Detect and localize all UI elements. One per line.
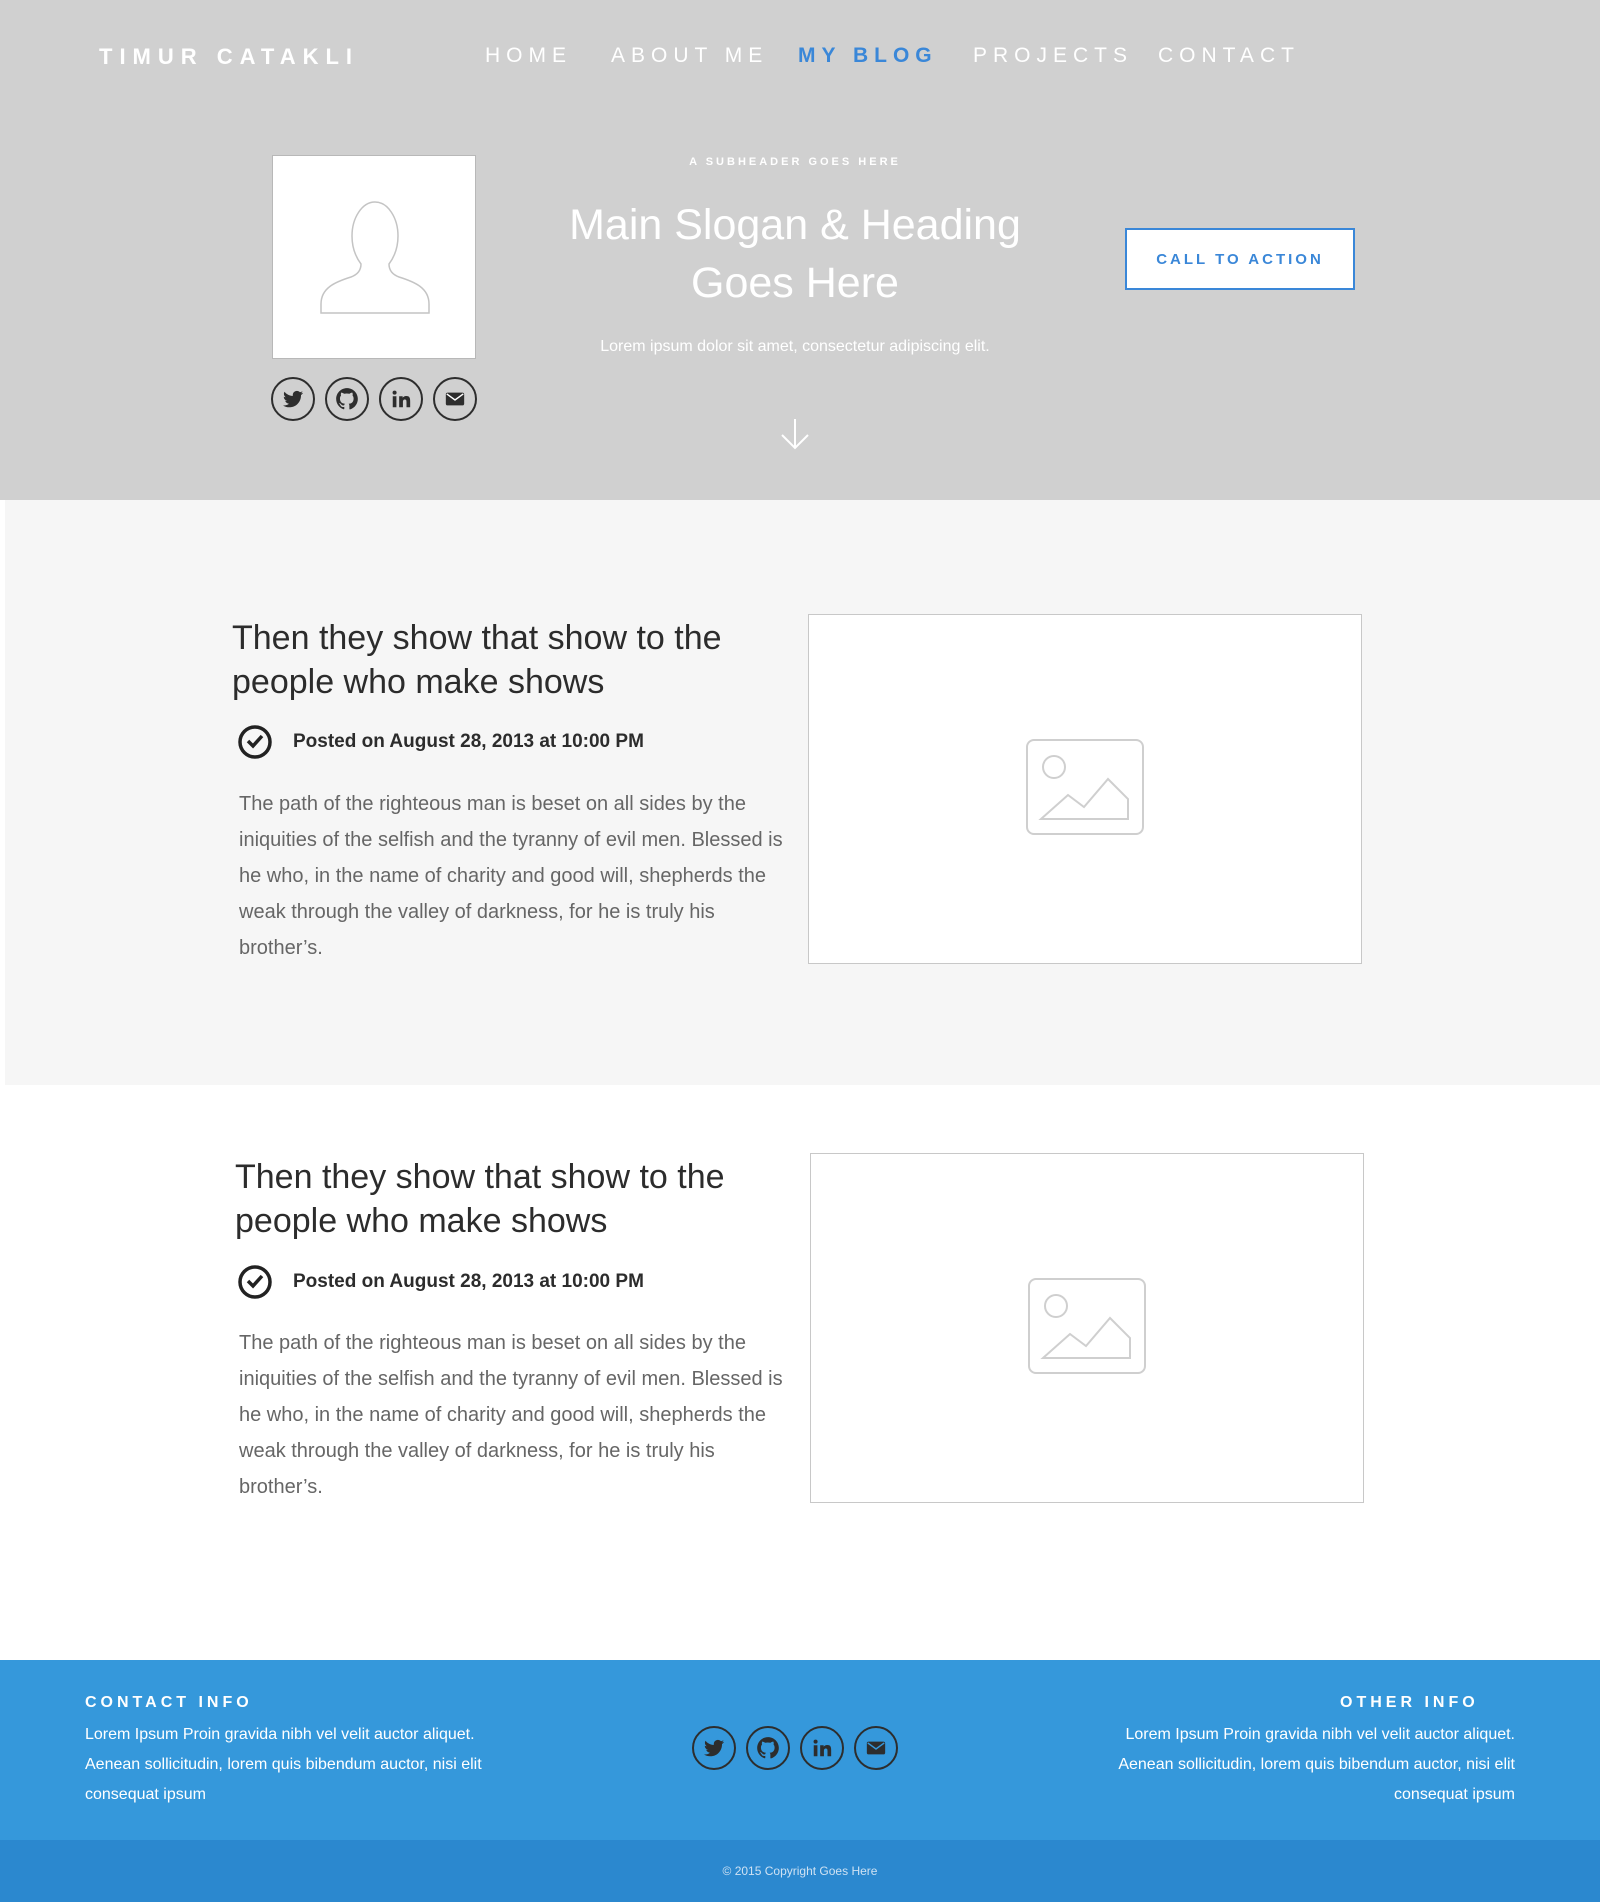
other-info-heading: OTHER INFO xyxy=(1340,1694,1479,1711)
twitter-icon[interactable] xyxy=(692,1726,736,1770)
nav-item-about-me[interactable]: ABOUT ME xyxy=(611,44,768,68)
hero-social-links xyxy=(271,377,487,421)
contact-info-text: Lorem Ipsum Proin gravida nibh vel velit… xyxy=(85,1726,482,1803)
copyright-text: © 2015 Copyright Goes Here xyxy=(722,1864,878,1878)
email-icon[interactable] xyxy=(433,377,477,421)
footer-bottom-bar: © 2015 Copyright Goes Here xyxy=(0,1840,1600,1902)
hero-header: TIMUR CATAKLI HOME ABOUT ME MY BLOG PROJ… xyxy=(0,0,1600,500)
nav-item-contact[interactable]: CONTACT xyxy=(1158,44,1300,68)
post-date: Posted on August 28, 2013 at 10:00 PM xyxy=(293,731,644,752)
nav-item-projects[interactable]: PROJECTS xyxy=(973,44,1133,68)
post-meta: Posted on August 28, 2013 at 10:00 PM xyxy=(237,724,644,760)
site-brand[interactable]: TIMUR CATAKLI xyxy=(99,44,359,70)
post-meta: Posted on August 28, 2013 at 10:00 PM xyxy=(237,1264,644,1300)
hero-tagline: Lorem ipsum dolor sit amet, consectetur … xyxy=(600,338,990,355)
blog-post: Then they show that show to the people w… xyxy=(0,1085,1600,1660)
post-title[interactable]: Then they show that show to the people w… xyxy=(235,1155,775,1243)
github-icon[interactable] xyxy=(746,1726,790,1770)
nav-item-my-blog[interactable]: MY BLOG xyxy=(798,44,938,68)
other-info-text: Lorem Ipsum Proin gravida nibh vel velit… xyxy=(1118,1726,1515,1803)
linkedin-icon[interactable] xyxy=(379,377,423,421)
blog-post: Then they show that show to the people w… xyxy=(0,500,1600,1085)
post-excerpt: The path of the righteous man is beset o… xyxy=(239,793,783,959)
arrow-down-icon[interactable] xyxy=(780,418,810,455)
post-excerpt: The path of the righteous man is beset o… xyxy=(239,1332,783,1498)
post-title[interactable]: Then they show that show to the people w… xyxy=(232,616,772,704)
contact-info-heading: CONTACT INFO xyxy=(85,1694,253,1711)
call-to-action-button[interactable]: CALL TO ACTION xyxy=(1125,228,1355,290)
github-icon[interactable] xyxy=(325,377,369,421)
twitter-icon[interactable] xyxy=(271,377,315,421)
post-date: Posted on August 28, 2013 at 10:00 PM xyxy=(293,1271,644,1292)
post-image[interactable] xyxy=(808,614,1362,964)
image-placeholder-icon xyxy=(1026,739,1144,835)
post-image[interactable] xyxy=(810,1153,1364,1503)
profile-avatar xyxy=(272,155,476,359)
image-placeholder-icon xyxy=(1028,1278,1146,1374)
site-footer: CONTACT INFO Lorem Ipsum Proin gravida n… xyxy=(0,1660,1600,1840)
nav-item-home[interactable]: HOME xyxy=(485,44,572,68)
linkedin-icon[interactable] xyxy=(800,1726,844,1770)
email-icon[interactable] xyxy=(854,1726,898,1770)
hero-subheader: A SUBHEADER GOES HERE xyxy=(689,156,901,168)
clock-icon xyxy=(238,1265,272,1299)
hero-title: Main Slogan & Heading Goes Here xyxy=(569,201,1021,307)
user-placeholder-icon xyxy=(320,201,430,314)
clock-icon xyxy=(238,725,272,759)
footer-social-links xyxy=(692,1726,908,1770)
